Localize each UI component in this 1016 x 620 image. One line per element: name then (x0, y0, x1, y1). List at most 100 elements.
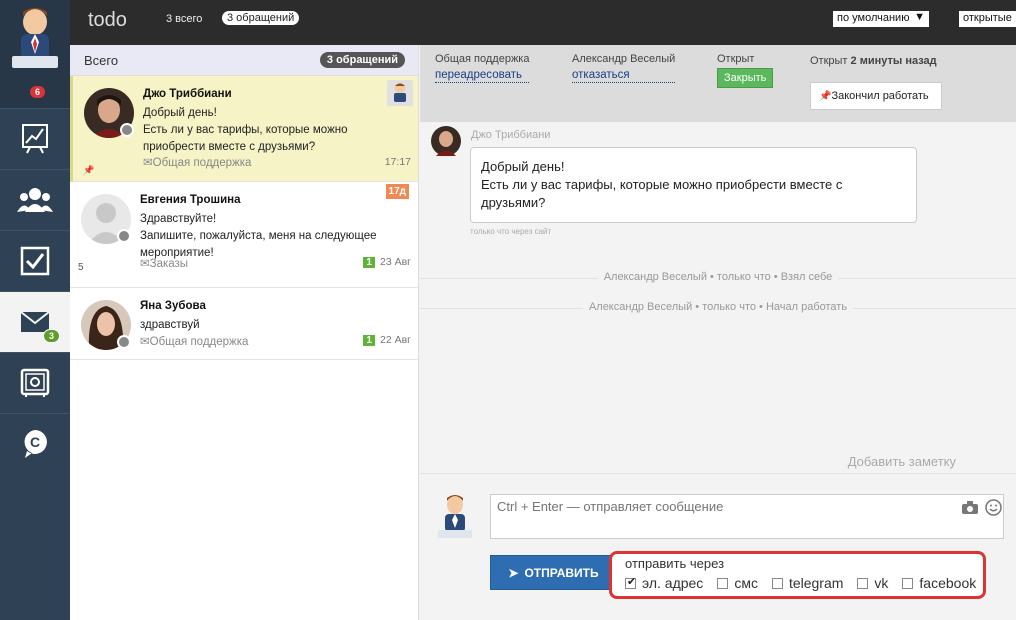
list-item[interactable]: Джо Триббиани Добрый день! Есть ли у вас… (70, 76, 418, 182)
total-count[interactable]: 3 всего (166, 13, 202, 25)
list-item[interactable]: Евгения Трошина Здравствуйте! Запишите, … (70, 182, 418, 288)
event-text: Александр Веселый • только что • Начал р… (582, 301, 854, 313)
agent-name: Александр Веселый (572, 53, 676, 65)
offline-status-dot (117, 229, 131, 243)
day-count-badge: 1 (363, 335, 375, 346)
last-message: Здравствуйте! Запишите, пожалуйста, меня… (140, 213, 377, 259)
channel-checkbox[interactable] (717, 577, 729, 589)
client-name: Евгения Трошина (140, 194, 241, 206)
channel-label: эл. адрес (642, 575, 704, 591)
channel-options: эл. адрес смс telegram vk facebook (625, 575, 976, 591)
finished-work-button[interactable]: 📌 Закончил работать (810, 82, 942, 110)
list-header: Всего 3 обращений (70, 45, 418, 76)
nav-support[interactable]: C (0, 413, 70, 474)
nav-clients[interactable] (0, 169, 70, 230)
last-message: Добрый день! Есть ли у вас тарифы, котор… (143, 107, 348, 153)
channel-sms[interactable]: смс (717, 575, 758, 591)
top-bar: todo 3 всего 3 обращений по умолчанию ▼ … (70, 0, 1016, 45)
category: ✉Общая поддержка (140, 334, 248, 348)
channel-facebook[interactable]: facebook (902, 575, 976, 591)
offline-status-dot (117, 335, 131, 349)
assigned-agent-icon (387, 80, 413, 106)
channel-label: facebook (919, 575, 977, 591)
emoji-icon[interactable] (985, 499, 1002, 516)
agent-avatar-icon (12, 8, 58, 68)
offline-status-dot (120, 123, 134, 137)
time: 17:17 (384, 156, 411, 168)
svg-text:C: C (30, 434, 40, 450)
client-name: Джо Триббиани (143, 88, 232, 100)
app-logo[interactable]: todo (88, 9, 127, 32)
chat-panel: Общая поддержка переадресовать Александр… (420, 45, 1016, 620)
conversation-list: Всего 3 обращений Джо Триббиани Добрый д… (70, 45, 419, 620)
chevron-down-icon: ▼ (914, 11, 925, 23)
add-note-link[interactable]: Добавить заметку (848, 454, 956, 469)
filter-value: открытые (963, 12, 1012, 24)
pin-icon[interactable]: 📌 (83, 165, 94, 176)
event-taken: Александр Веселый • только что • Взял се… (420, 271, 1016, 283)
pin-icon: 📌 (819, 90, 832, 102)
category-label: Заказы (149, 258, 189, 270)
camera-icon[interactable] (962, 501, 978, 514)
message-bubble: Добрый день! Есть ли у вас тарифы, котор… (470, 147, 917, 223)
nav-messages[interactable]: 3 (0, 291, 70, 352)
opened-info: Открыт 2 минуты назад (810, 55, 937, 67)
age-badge: 17д (385, 184, 409, 199)
channel-telegram[interactable]: telegram (771, 575, 844, 591)
department-label: Общая поддержка (435, 53, 530, 65)
client-name: Яна Зубова (140, 300, 206, 312)
channel-checkbox[interactable] (625, 575, 636, 589)
notification-badge[interactable]: 6 (30, 86, 46, 98)
channel-label: telegram (788, 575, 844, 591)
sort-value: по умолчанию (837, 12, 910, 24)
event-started: Александр Веселый • только что • Начал р… (420, 301, 1016, 313)
opened-ago: 2 минуты назад (850, 55, 937, 67)
composer: ➤ ОТПРАВИТЬ отправить через эл. адрес см… (420, 473, 1016, 620)
message-line: Добрый день! (481, 159, 565, 174)
status-block: Открыт Закрыть (717, 53, 774, 88)
safe-icon (20, 368, 50, 397)
chart-icon (22, 124, 48, 154)
checkbox-icon (20, 246, 50, 276)
refuse-link[interactable]: отказаться (572, 69, 676, 83)
chat-header: Общая поддержка переадресовать Александр… (420, 45, 1016, 122)
event-text: Александр Веселый • только что • Взял се… (597, 271, 839, 283)
category: ✉Заказы (140, 256, 188, 270)
date-label: 22 Авг (379, 334, 411, 346)
envelope-icon: ✉ (143, 157, 153, 169)
status-filter-select[interactable]: открытые (959, 11, 1016, 27)
channel-label: смс (734, 575, 758, 591)
nav-tasks[interactable] (0, 230, 70, 291)
left-rail: 6 3 C (0, 0, 70, 620)
channel-vk[interactable]: vk (857, 575, 888, 591)
channel-checkbox[interactable] (902, 577, 914, 589)
category-label: Общая поддержка (149, 336, 249, 348)
nav-safe[interactable] (0, 352, 70, 413)
support-icon: C (24, 430, 47, 458)
message-author: Джо Триббиани (471, 129, 551, 141)
client-avatar (431, 126, 461, 156)
users-icon (17, 188, 53, 212)
last-message: здравствуй (140, 319, 200, 331)
envelope-icon: ✉ (140, 258, 150, 270)
channel-checkbox[interactable] (771, 577, 783, 589)
mail-count-badge: 3 (42, 329, 60, 343)
date: 1 22 Авг (363, 334, 411, 346)
channel-email[interactable]: эл. адрес (625, 575, 703, 591)
send-button[interactable]: ➤ ОТПРАВИТЬ (490, 555, 617, 590)
message-input[interactable] (490, 494, 1004, 539)
day-count-badge: 1 (363, 257, 375, 268)
channel-checkbox[interactable] (857, 577, 869, 589)
nav-analytics[interactable] (0, 108, 70, 169)
redirect-link[interactable]: переадресовать (435, 69, 530, 83)
status-label: Открыт (717, 53, 755, 65)
list-item[interactable]: Яна Зубова здравствуй ✉Общая поддержка 1… (70, 288, 418, 360)
requests-count-pill[interactable]: 3 обращений (222, 11, 300, 25)
agent-block: Александр Веселый отказаться (572, 53, 676, 83)
opened-prefix: Открыт (810, 55, 848, 67)
helpdesk-app: 6 3 C todo 3 всего 3 обращений по умолча… (0, 0, 1016, 620)
close-button[interactable]: Закрыть (717, 68, 774, 88)
sort-select[interactable]: по умолчанию ▼ (833, 11, 929, 27)
finished-label: Закончил работать (831, 90, 929, 102)
message-via: только что через сайт (470, 227, 552, 236)
